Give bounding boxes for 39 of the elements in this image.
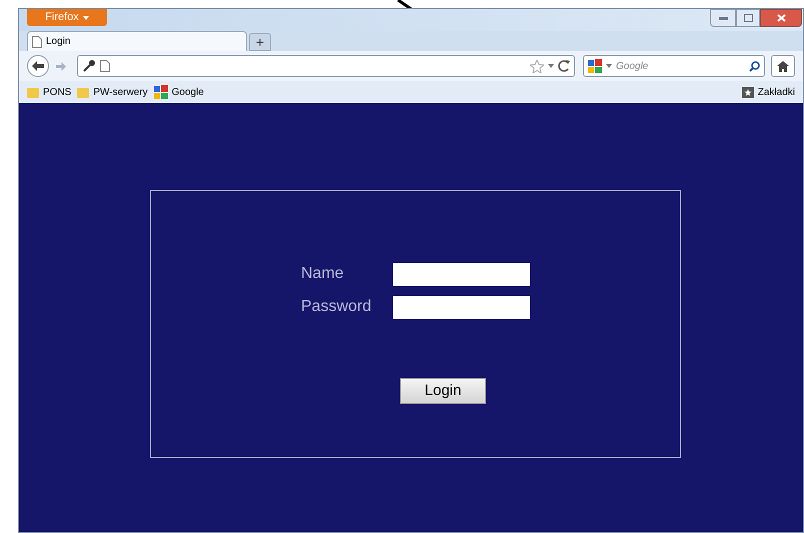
google-icon — [588, 59, 602, 73]
maximize-button[interactable] — [736, 9, 760, 27]
text-field[interactable] — [393, 296, 530, 318]
page-icon — [100, 60, 110, 72]
reload-icon — [558, 60, 570, 72]
folder-icon — [77, 86, 90, 98]
back-button[interactable] — [27, 55, 49, 77]
bookmark-link[interactable]: Google — [154, 84, 204, 100]
home-icon — [777, 60, 789, 72]
field-label: Password — [301, 297, 372, 317]
back-arrow-icon — [32, 61, 44, 71]
page-icon — [32, 36, 42, 48]
minimize-button[interactable] — [710, 9, 736, 27]
key-icon — [82, 59, 96, 73]
close-icon — [776, 14, 786, 22]
bookmark-link[interactable]: PONS — [27, 84, 72, 100]
browser-tab[interactable]: Login — [27, 31, 247, 51]
new-tab-button[interactable]: + — [249, 33, 271, 51]
search-field[interactable]: Google — [583, 55, 765, 77]
bookmarks-menu-link[interactable]: Zakładki — [742, 84, 795, 100]
field-label: Name — [301, 264, 345, 284]
forward-arrow-icon — [56, 62, 66, 70]
star-icon — [530, 60, 544, 72]
caret-icon — [82, 16, 89, 20]
maximize-icon — [744, 14, 752, 22]
text-field[interactable] — [393, 262, 530, 286]
close-button[interactable] — [760, 9, 802, 27]
folder-icon — [27, 86, 39, 98]
dropdown-icon — [606, 64, 612, 68]
minimize-icon — [718, 16, 728, 20]
address-bar[interactable] — [77, 55, 575, 77]
home-button[interactable] — [771, 55, 795, 77]
search-icon — [749, 60, 760, 72]
google-icon — [154, 85, 168, 99]
login-button[interactable]: Login — [400, 378, 486, 404]
search-input[interactable]: Google — [616, 58, 745, 74]
bookmark-link[interactable]: PW-serwery — [77, 84, 148, 100]
dropdown-icon — [548, 64, 554, 68]
bookmark-star-icon — [742, 86, 754, 98]
